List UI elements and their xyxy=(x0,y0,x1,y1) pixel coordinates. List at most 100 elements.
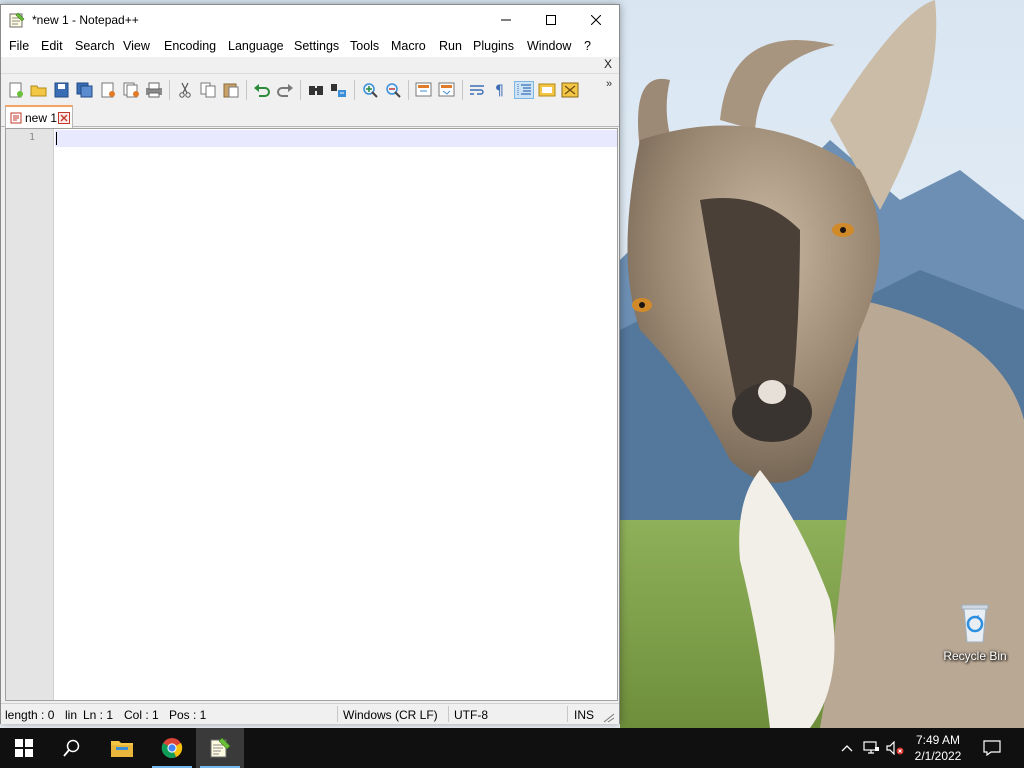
window-title: *new 1 - Notepad++ xyxy=(32,13,139,27)
menu-settings[interactable]: Settings xyxy=(294,39,339,53)
tab-new-1[interactable]: new 1 xyxy=(5,105,73,128)
line-number-gutter: 1 xyxy=(6,129,54,700)
status-encoding: UTF-8 xyxy=(454,708,488,722)
indent-guide-icon[interactable] xyxy=(514,81,534,99)
chrome-button[interactable] xyxy=(148,728,196,768)
toolbar-separator xyxy=(246,80,247,100)
menu-run[interactable]: Run xyxy=(439,39,462,53)
svg-text:¶: ¶ xyxy=(495,83,504,98)
new-file-icon[interactable] xyxy=(7,82,25,98)
notepadpp-taskbar-button[interactable] xyxy=(196,728,244,768)
close-document-button[interactable]: X xyxy=(604,57,612,71)
resize-grip-icon[interactable] xyxy=(603,712,615,723)
file-explorer-icon xyxy=(111,741,133,757)
maximize-button[interactable] xyxy=(528,5,574,35)
clock-date: 2/1/2022 xyxy=(914,749,962,763)
current-line-highlight xyxy=(55,130,617,147)
minimize-button[interactable] xyxy=(483,5,529,35)
menu-help[interactable]: ? xyxy=(584,39,591,53)
notepadpp-app-icon xyxy=(9,12,25,28)
save-all-icon[interactable] xyxy=(76,82,94,98)
notification-icon xyxy=(983,740,1001,756)
status-divider xyxy=(567,706,568,722)
text-caret xyxy=(56,132,57,145)
cut-icon[interactable] xyxy=(176,82,194,98)
sync-vertical-icon[interactable] xyxy=(415,82,433,98)
menu-edit[interactable]: Edit xyxy=(41,39,63,53)
system-clock[interactable]: 7:49 AM 2/1/2022 xyxy=(905,732,971,764)
find-icon[interactable] xyxy=(307,82,325,98)
notepadpp-window[interactable]: *new 1 - Notepad++ File Edit Search View… xyxy=(0,4,620,724)
zoom-out-icon[interactable] xyxy=(384,82,402,98)
network-button[interactable] xyxy=(860,728,882,768)
show-all-chars-icon[interactable]: ¶ xyxy=(492,82,510,99)
title-bar[interactable]: *new 1 - Notepad++ xyxy=(1,5,619,35)
status-ln: Ln : 1 xyxy=(83,708,114,722)
copy-icon[interactable] xyxy=(199,82,217,98)
tab-label: new 1 xyxy=(25,111,58,125)
chrome-icon xyxy=(161,738,183,758)
redo-icon[interactable] xyxy=(276,82,294,98)
function-list-icon[interactable] xyxy=(538,82,556,98)
maximize-icon xyxy=(546,15,556,25)
tab-bar: new 1 xyxy=(1,103,619,128)
menu-language[interactable]: Language xyxy=(228,39,284,53)
document-map-icon[interactable] xyxy=(561,82,579,98)
status-divider xyxy=(448,706,449,722)
file-explorer-button[interactable] xyxy=(98,728,146,768)
status-bar: length : 0 lin Ln : 1 Col : 1 Pos : 1 Wi… xyxy=(1,703,619,724)
replace-icon[interactable] xyxy=(330,82,348,98)
menu-encoding[interactable]: Encoding xyxy=(164,39,216,53)
print-icon[interactable] xyxy=(145,82,163,98)
modified-file-icon xyxy=(10,112,22,124)
status-pos: Pos : 1 xyxy=(169,708,207,722)
volume-muted-icon xyxy=(886,741,904,755)
notepadpp-icon xyxy=(210,737,231,758)
status-insert-mode: INS xyxy=(574,708,595,722)
line-number: 1 xyxy=(28,132,35,143)
network-icon xyxy=(863,741,879,754)
word-wrap-icon[interactable] xyxy=(469,82,487,98)
menu-macro[interactable]: Macro xyxy=(391,39,426,53)
menu-window[interactable]: Window xyxy=(527,39,571,53)
status-lines: lin xyxy=(65,708,78,722)
text-editor[interactable]: 1 xyxy=(5,128,618,701)
toolbar-separator xyxy=(408,80,409,100)
menu-search[interactable]: Search xyxy=(75,39,115,53)
search-button[interactable] xyxy=(48,728,96,768)
toolbar-overflow-button[interactable]: » xyxy=(606,78,612,90)
status-divider xyxy=(337,706,338,722)
toolbar: ¶ » xyxy=(1,73,619,103)
notification-center-button[interactable] xyxy=(978,728,1006,768)
desktop-icon-recycle-bin[interactable]: Recycle Bin xyxy=(938,600,1012,663)
search-icon xyxy=(63,739,80,757)
clock-time: 7:49 AM xyxy=(915,733,961,747)
menu-plugins[interactable]: Plugins xyxy=(473,39,514,53)
menu-tools[interactable]: Tools xyxy=(350,39,379,53)
recycle-bin-label: Recycle Bin xyxy=(943,649,1007,663)
show-hidden-icons-button[interactable] xyxy=(838,728,856,768)
toolbar-separator xyxy=(354,80,355,100)
tab-close-icon[interactable] xyxy=(58,112,70,124)
menu-file[interactable]: File xyxy=(9,39,29,53)
save-icon[interactable] xyxy=(53,82,71,98)
zoom-in-icon[interactable] xyxy=(361,82,379,98)
status-col: Col : 1 xyxy=(124,708,159,722)
minimize-icon xyxy=(501,19,511,21)
close-all-icon[interactable] xyxy=(122,82,140,98)
open-file-icon[interactable] xyxy=(30,82,48,98)
close-button[interactable] xyxy=(573,5,619,35)
paste-icon[interactable] xyxy=(222,82,240,98)
undo-icon[interactable] xyxy=(253,82,271,98)
status-eol: Windows (CR LF) xyxy=(343,708,438,722)
start-icon xyxy=(15,739,33,757)
taskbar: 7:49 AM 2/1/2022 xyxy=(0,728,1024,768)
toolbar-separator xyxy=(169,80,170,100)
volume-button[interactable] xyxy=(884,728,906,768)
sync-horizontal-icon[interactable] xyxy=(438,82,456,98)
start-button[interactable] xyxy=(0,728,48,768)
close-file-icon[interactable] xyxy=(99,82,117,98)
recycle-bin-icon xyxy=(955,600,995,644)
menu-view[interactable]: View xyxy=(123,39,150,53)
toolbar-separator xyxy=(300,80,301,100)
